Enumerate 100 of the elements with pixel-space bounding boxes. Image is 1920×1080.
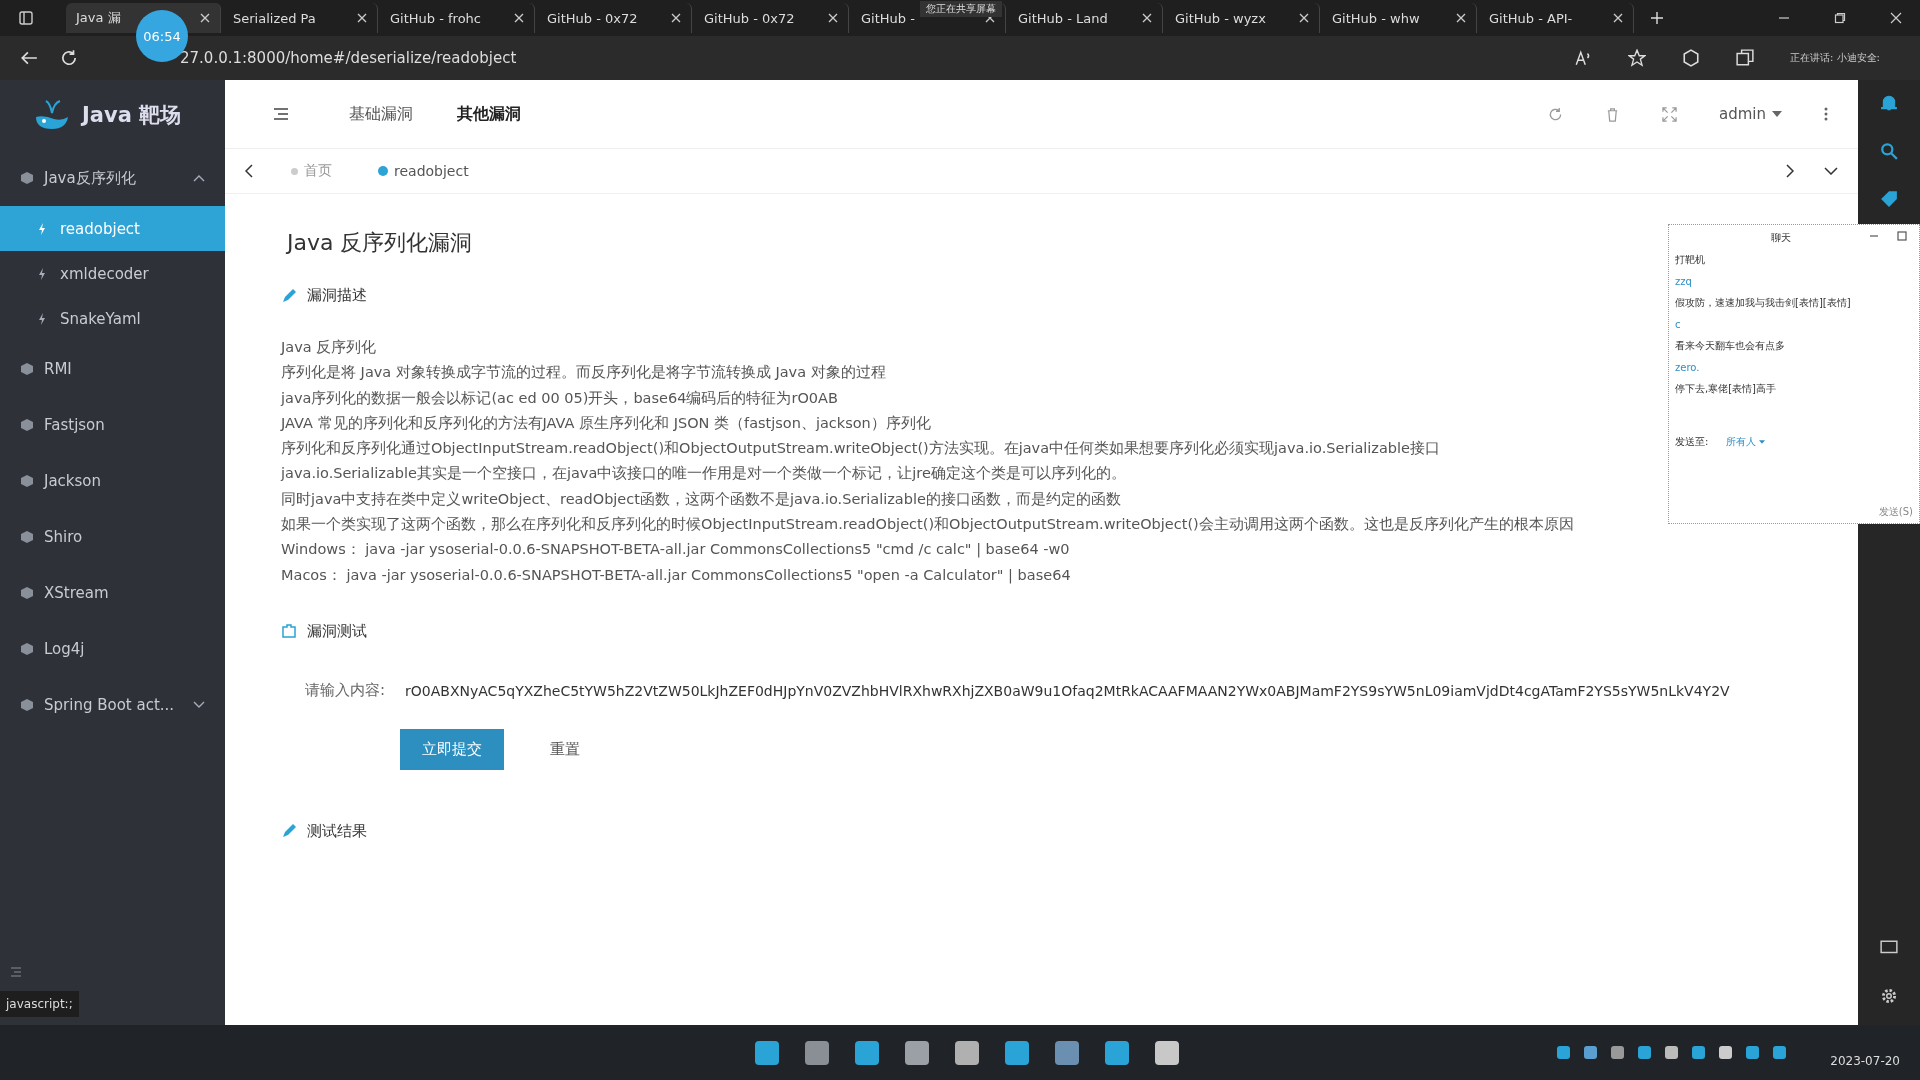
nav-tab[interactable]: 基础漏洞 xyxy=(349,103,413,125)
description-line: java.io.Serializable其实是一个空接口，在java中该接口的唯一作用是对一个类做一个标记，让jre确定这个类是可以序列化的。 xyxy=(281,464,1126,484)
read-aloud-icon[interactable] xyxy=(1574,49,1592,67)
description-line: 序列化是将 Java 对象转换成字节流的过程。而反序列化是将字节流转换成 Java 对象的过程 xyxy=(281,363,886,383)
sidebar-item[interactable]: Java反序列化 xyxy=(0,150,225,206)
reload-icon[interactable] xyxy=(60,49,78,67)
restore-icon[interactable] xyxy=(1834,12,1846,24)
app-logo-text: Java 靶场 xyxy=(82,102,182,129)
tray-icon[interactable] xyxy=(1611,1046,1625,1059)
field-label: 请输入内容: xyxy=(305,681,386,701)
close-icon[interactable] xyxy=(514,13,524,23)
tray-icon[interactable] xyxy=(1719,1046,1733,1059)
new-tab-icon[interactable] xyxy=(1650,11,1664,25)
extension-icon[interactable] xyxy=(1682,49,1700,67)
nav-tab[interactable]: 其他漏洞 xyxy=(457,103,521,125)
bell-icon[interactable] xyxy=(1880,94,1898,112)
section-title: 漏洞测试 xyxy=(307,621,367,641)
sidebar-item[interactable]: RMI xyxy=(0,341,225,397)
reset-button[interactable]: 重置 xyxy=(544,738,586,760)
sidebar-item[interactable]: XStream xyxy=(0,565,225,621)
browser-tab[interactable]: GitHub - wyzx xyxy=(1165,3,1320,33)
description-line: 序列化和反序列化通过ObjectInputStream.readObject()和ObjectOutputStream.writeObject()方法实现。在java中任何类如果想要序列化必须实现java.io.Serializable接口 xyxy=(281,439,1441,459)
section-title: 测试结果 xyxy=(307,821,367,841)
scroll-right-icon[interactable] xyxy=(1786,164,1794,178)
menu-item-icon xyxy=(20,171,34,185)
more-icon[interactable] xyxy=(1824,107,1828,121)
browser-tab[interactable]: GitHub - 0x72 xyxy=(537,3,692,33)
close-icon[interactable] xyxy=(1456,13,1466,23)
chat-message: 停下去,寒佬[表情]高手 xyxy=(1675,382,1777,396)
sidebar-item[interactable]: Shiro xyxy=(0,509,225,565)
browser-tab[interactable]: Serialized Pa xyxy=(223,3,378,33)
browser-tab[interactable]: GitHub - frohc xyxy=(380,3,535,33)
tray-icon[interactable] xyxy=(1692,1046,1706,1059)
taskbar-app-icon[interactable] xyxy=(1005,1040,1029,1065)
fullscreen-icon[interactable] xyxy=(1662,106,1677,122)
sidebar-item[interactable]: Jackson xyxy=(0,453,225,509)
user-menu[interactable]: admin xyxy=(1719,105,1782,123)
submit-button[interactable]: 立即提交 xyxy=(400,728,504,770)
close-icon[interactable] xyxy=(200,13,210,23)
browser-tab[interactable]: GitHub - 0x72 xyxy=(694,3,849,33)
star-icon[interactable] xyxy=(1628,49,1646,67)
tray-icon[interactable] xyxy=(1557,1046,1571,1059)
sidebar-item[interactable]: Fastjson xyxy=(0,397,225,453)
collections-icon[interactable] xyxy=(1736,49,1754,67)
browser-tab[interactable]: GitHub - API- xyxy=(1479,3,1634,33)
page-tag[interactable]: readobject xyxy=(370,159,477,183)
taskbar-app-icon[interactable] xyxy=(905,1040,929,1065)
taskbar-app-icon[interactable] xyxy=(1055,1040,1079,1065)
sidebar-subitem[interactable]: xmldecoder xyxy=(0,251,225,296)
section-title: 漏洞描述 xyxy=(307,286,367,305)
close-icon[interactable] xyxy=(357,13,367,23)
chat-message: 看来今天翻车也会有点多 xyxy=(1675,339,1786,353)
sidebar-item[interactable]: Log4j xyxy=(0,621,225,677)
refresh-icon[interactable] xyxy=(1548,106,1563,122)
taskbar-app-icon[interactable] xyxy=(1155,1040,1179,1065)
menu-item-icon xyxy=(20,698,34,712)
sender-name: c xyxy=(1675,319,1682,330)
tray-icon[interactable] xyxy=(1638,1046,1652,1059)
tray-icon[interactable] xyxy=(1746,1046,1760,1059)
caret-icon xyxy=(1772,111,1782,117)
sidebar-item[interactable]: Spring Boot act... xyxy=(0,677,225,733)
tag-icon[interactable] xyxy=(1880,190,1898,208)
menu-icon[interactable] xyxy=(273,107,289,121)
description-line: java序列化的数据一般会以标记(ac ed 00 05)开头，base64编码后的特征为rO0AB xyxy=(281,388,838,408)
taskbar-app-icon[interactable] xyxy=(1105,1040,1129,1065)
close-icon[interactable] xyxy=(1890,12,1902,24)
close-icon[interactable] xyxy=(1142,13,1152,23)
recipient-dropdown[interactable]: 所有人 xyxy=(1726,435,1766,449)
menu-item-icon xyxy=(20,362,34,376)
search-icon[interactable] xyxy=(1880,142,1898,160)
input-field[interactable]: rO0ABXNyAC5qYXZheC5tYW5hZ2VtZW50LkJhZEF0dHJpYnV0ZVZhbHVlRXhwRXhjZXB0aW9u1Ofaq2MtRkACAAFMAAN2YWx0ABJMamF2YS9sYW5nL09iamVjdDt4cgATamF2YS5sYW5nLkV4Y2V xyxy=(405,674,1730,707)
maximize-icon[interactable] xyxy=(1897,231,1907,241)
tab-panel-icon[interactable] xyxy=(18,10,34,26)
taskbar-app-icon[interactable] xyxy=(805,1040,829,1065)
bolt-icon xyxy=(38,312,46,325)
taskbar-app-icon[interactable] xyxy=(855,1040,879,1065)
description-line: 同时java中支持在类中定义writeObject、readObject函数，这两个函数不是java.io.Serializable的接口函数，而是约定的函数 xyxy=(281,489,1121,509)
scroll-left-icon[interactable] xyxy=(245,164,253,178)
close-icon[interactable] xyxy=(671,13,681,23)
browser-tab[interactable]: GitHub - whw xyxy=(1322,3,1477,33)
pen-icon xyxy=(281,823,297,840)
back-icon[interactable] xyxy=(20,49,38,67)
browser-tab[interactable]: GitHub - Land xyxy=(1008,3,1163,33)
settings-icon[interactable] xyxy=(1880,987,1898,1005)
description-line: JAVA 常见的序列化和反序列化的方法有JAVA 原生序列化和 JSON 类（fastjson、jackson）序列化 xyxy=(281,413,931,433)
clock-date: 2023-07-20 xyxy=(1830,1052,1900,1068)
tray-icon[interactable] xyxy=(1665,1046,1679,1059)
tray-icon[interactable] xyxy=(1584,1046,1598,1059)
send-to-label: 发送至: xyxy=(1675,435,1709,449)
sidebar-subitem[interactable]: SnakeYaml xyxy=(0,296,225,341)
taskbar-app-icon[interactable] xyxy=(955,1040,979,1065)
trash-icon[interactable] xyxy=(1605,106,1620,122)
caret-icon xyxy=(1759,440,1766,444)
chevron-down-icon[interactable] xyxy=(1824,167,1838,175)
taskbar-app-icon[interactable] xyxy=(755,1040,779,1065)
send-button[interactable]: 发送(S) xyxy=(1878,505,1913,519)
close-icon[interactable] xyxy=(828,13,838,23)
close-icon[interactable] xyxy=(1613,13,1623,23)
close-icon[interactable] xyxy=(1299,13,1309,23)
tray-icon[interactable] xyxy=(1773,1046,1787,1059)
